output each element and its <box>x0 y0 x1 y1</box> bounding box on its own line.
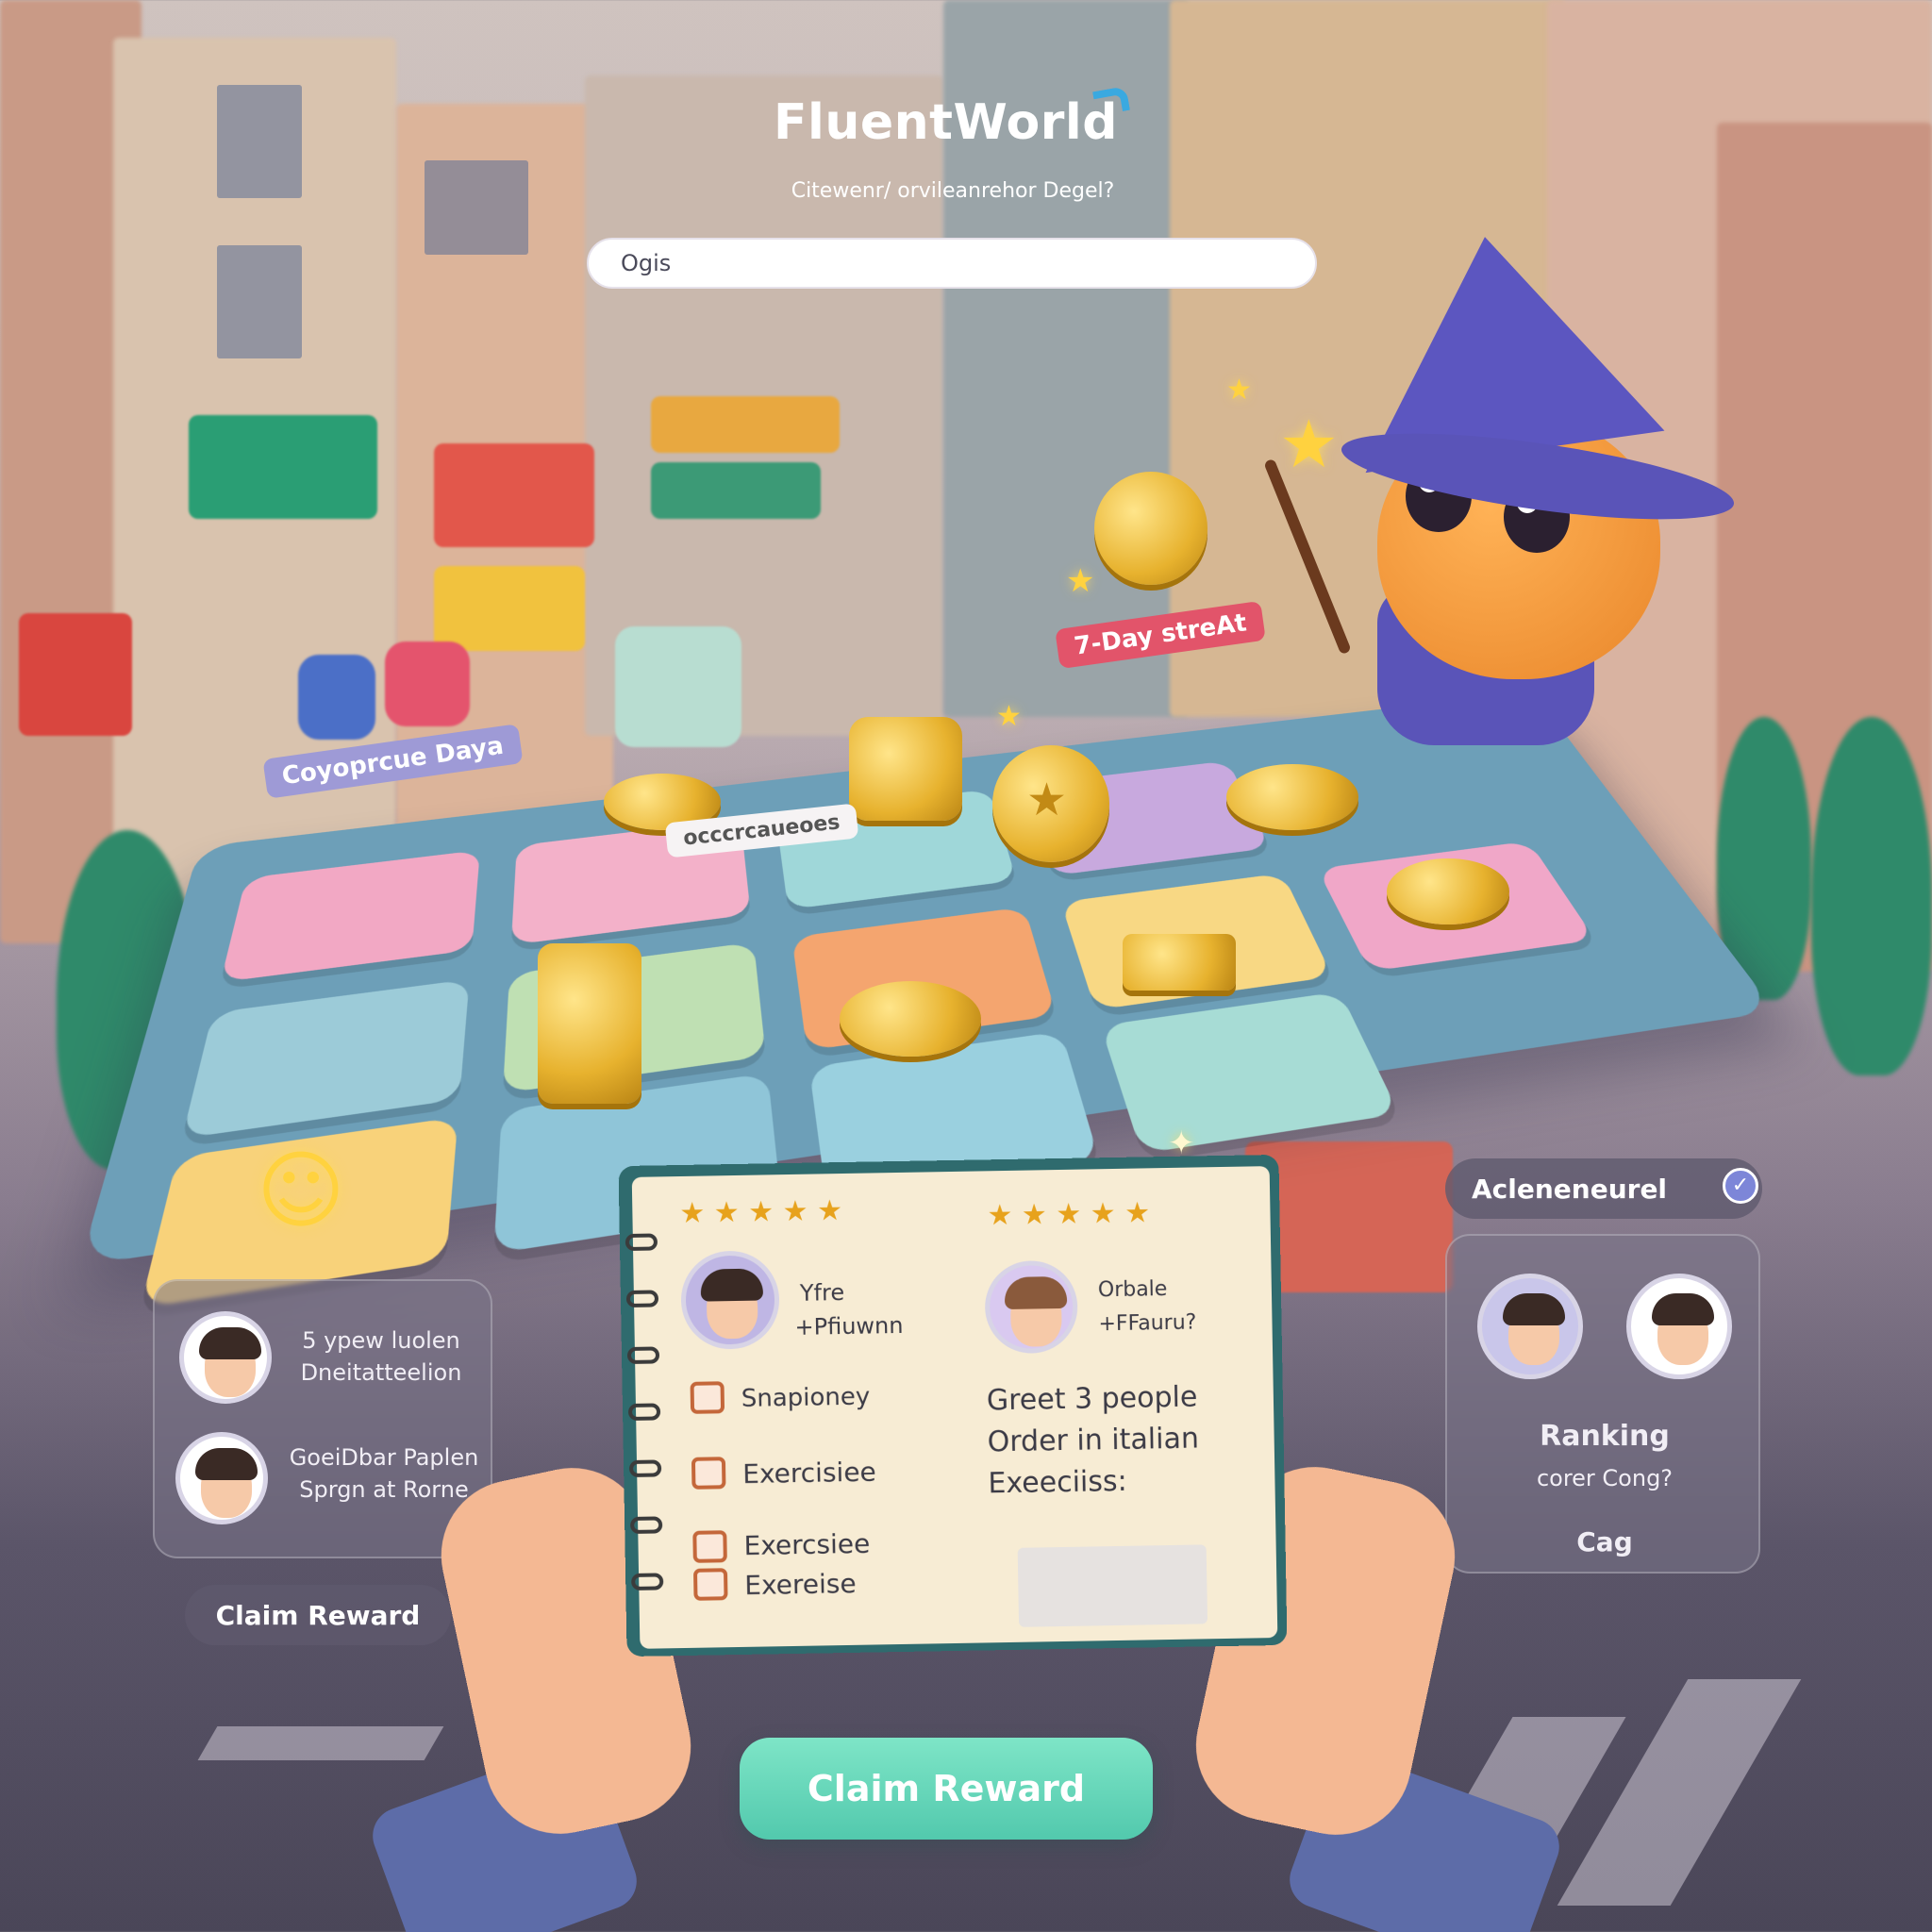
coin-envelope-icon[interactable] <box>1123 934 1236 991</box>
app-subtitle: Citewenr/ orvileanrehor Degel? <box>791 179 1115 203</box>
sparkle-star-icon: ★ <box>996 700 1022 733</box>
coin-trophy-icon[interactable] <box>1094 472 1208 585</box>
spiral-ring <box>625 1233 658 1252</box>
wand-star-icon: ★ <box>1279 406 1339 483</box>
notebook-left-page: ★ ★ ★ ★ ★ Yfre +Pfiuwnn Snapioney Exerci… <box>625 1171 961 1649</box>
rating-stars-icon: ★ ★ ★ ★ ★ <box>987 1196 1151 1233</box>
goal-item: Order in italian <box>987 1422 1200 1459</box>
chat-bubble-red-icon <box>385 641 470 726</box>
friend-entry-line2: Sprgn at Rorne <box>299 1476 469 1503</box>
sparkle-star-icon: ★ <box>1066 562 1095 600</box>
quest-notebook[interactable]: ★ ★ ★ ★ ★ Yfre +Pfiuwnn Snapioney Exerci… <box>618 1154 1288 1657</box>
coin-heart-icon[interactable] <box>1226 764 1358 830</box>
spiral-ring <box>631 1573 664 1591</box>
friends-activity-panel: 5 ypew luolen Dneitatteelion GoeiDbar Pa… <box>153 1279 492 1558</box>
task-item[interactable]: Exercisiee <box>742 1456 876 1489</box>
avatar[interactable] <box>984 1259 1079 1355</box>
sparkle-star-icon: ★ <box>1226 374 1252 407</box>
goal-item: Exeeciiss: <box>988 1464 1127 1501</box>
avatar[interactable] <box>179 1311 272 1404</box>
rating-stars-icon: ★ ★ ★ ★ ★ <box>679 1194 843 1231</box>
tile-pink-1[interactable] <box>220 850 480 983</box>
notebook-right-page: ★ ★ ★ ★ ★ Orbale +FFauru? Greet 3 people… <box>948 1166 1278 1643</box>
checkbox-icon[interactable] <box>692 1568 728 1601</box>
spiral-ring <box>630 1516 663 1534</box>
friend-entry-line2: Dneitatteelion <box>300 1359 462 1386</box>
trophy-stand-icon[interactable] <box>538 943 641 1104</box>
tile-blue-1[interactable] <box>181 978 470 1139</box>
coin-medal-icon[interactable] <box>840 981 981 1057</box>
profile-detail: +FFauru? <box>1098 1310 1197 1337</box>
coin-paw-icon[interactable] <box>1387 858 1509 924</box>
checkbox-icon[interactable] <box>691 1457 726 1490</box>
achievements-pill[interactable]: Acleneneurel <box>1445 1158 1762 1219</box>
goal-item: Greet 3 people <box>986 1380 1198 1418</box>
smiley-card-icon <box>615 626 741 747</box>
friend-entry-line1: 5 ypew luolen <box>302 1327 460 1354</box>
avatar[interactable] <box>1477 1274 1583 1379</box>
task-item[interactable]: Exereise <box>744 1568 857 1601</box>
profile-name: Yfre <box>799 1278 845 1307</box>
avatar[interactable] <box>680 1250 780 1351</box>
coin-lightning-icon[interactable] <box>849 717 962 821</box>
claim-reward-button[interactable]: Claim Reward <box>740 1738 1153 1840</box>
profile-detail: +Pfiuwnn <box>794 1311 904 1341</box>
envelope-icon <box>690 1381 725 1414</box>
chevron-down-icon[interactable]: ✓ <box>1723 1168 1758 1204</box>
ranking-subtitle: corer Cong? <box>1536 1465 1674 1491</box>
spiral-ring <box>626 1346 660 1365</box>
sticker-card-icon <box>1017 1544 1208 1627</box>
spiral-ring <box>627 1403 661 1422</box>
ranking-title: Ranking <box>1540 1420 1670 1453</box>
crown-smiley-icon: ☺ <box>257 1141 345 1241</box>
ranking-footer: Cag <box>1576 1526 1633 1557</box>
claim-reward-button-secondary[interactable]: Claim Reward <box>185 1585 451 1645</box>
friend-entry-line1: GoeiDbar Paplen <box>289 1444 479 1471</box>
spiral-ring <box>625 1290 659 1308</box>
app-logo: FluentWorld <box>774 94 1118 151</box>
chat-bubble-blue-icon <box>298 655 375 740</box>
search-input[interactable] <box>587 238 1317 289</box>
task-item[interactable]: Snapioney <box>741 1383 871 1413</box>
profile-name: Orbale <box>1097 1277 1168 1303</box>
avatar[interactable] <box>1626 1274 1732 1379</box>
spiral-ring <box>628 1459 662 1477</box>
ranking-panel: Ranking corer Cong? Cag <box>1445 1234 1760 1574</box>
avatar[interactable] <box>175 1432 268 1524</box>
checked-checkbox-icon[interactable] <box>692 1530 727 1563</box>
task-item[interactable]: Exercsiee <box>743 1528 870 1561</box>
star-glyph-icon: ★ <box>1026 774 1068 826</box>
